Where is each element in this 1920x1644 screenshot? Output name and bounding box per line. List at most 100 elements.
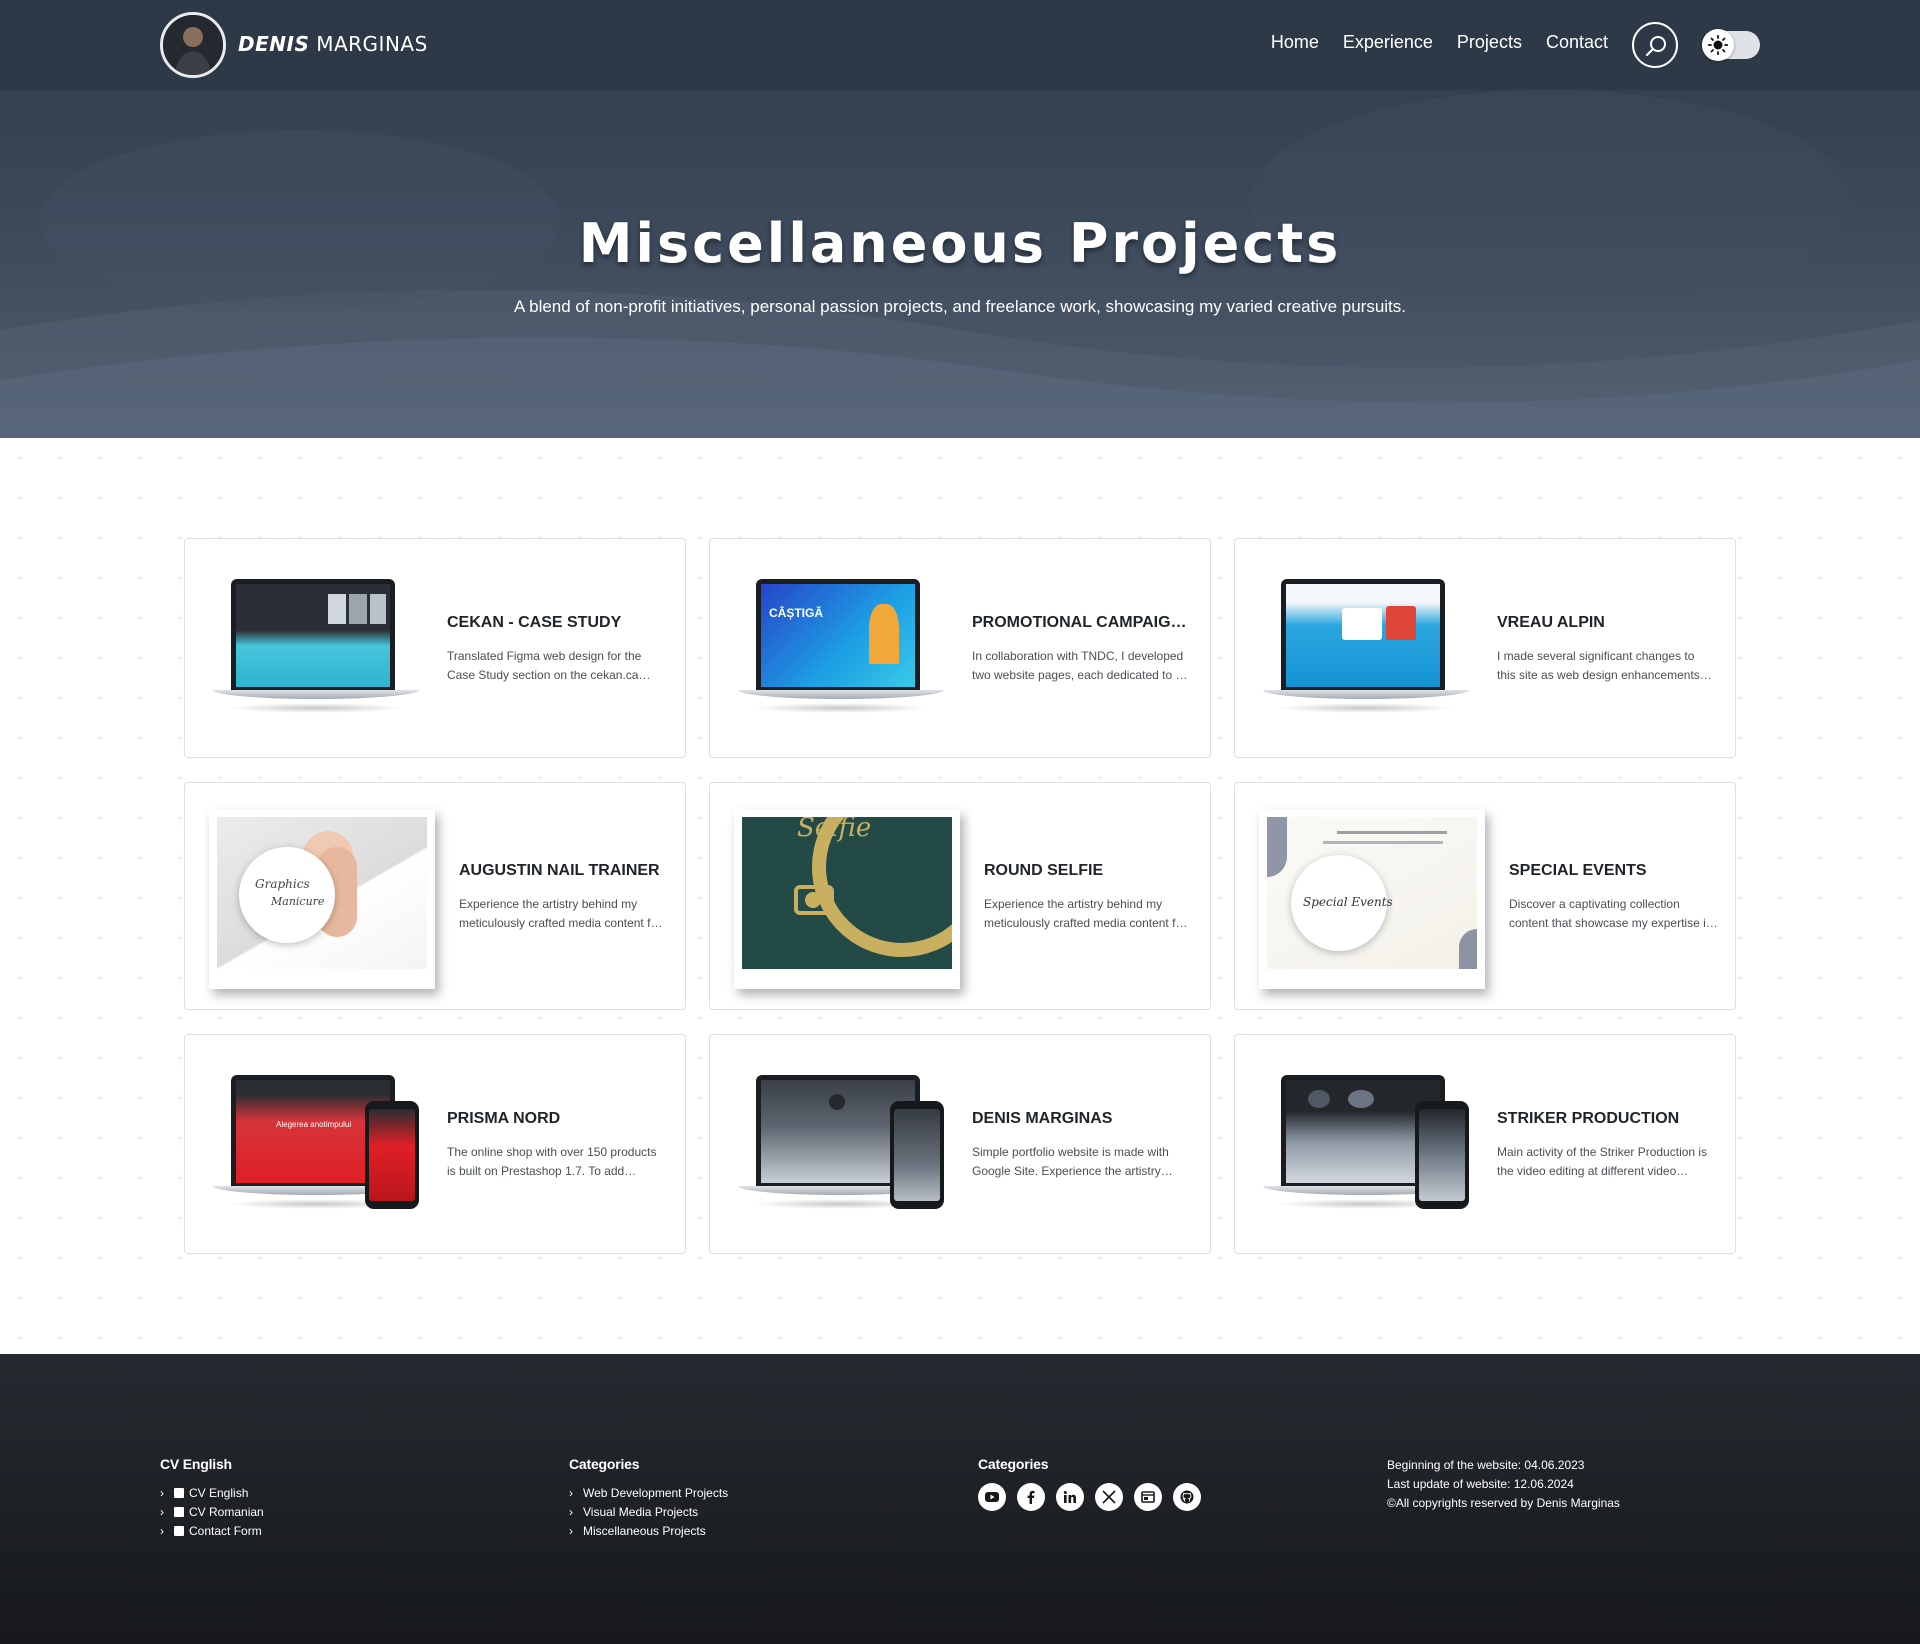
chevron-right-icon: › [569,1523,573,1538]
facebook-icon[interactable] [1017,1483,1045,1511]
mock-prisma-text: Alegerea anotimpului [276,1120,352,1129]
footer-categories-column: Categories › Web Development Projects › … [569,1456,728,1540]
website-icon[interactable] [1134,1483,1162,1511]
footer-link-label: CV English [189,1485,249,1500]
pdf-icon [174,1487,184,1498]
website-start-date: Beginning of the website: 04.06.2023 [1387,1458,1585,1472]
nav-projects[interactable]: Projects [1457,32,1522,53]
chevron-right-icon: › [160,1504,164,1519]
social-links [978,1483,1201,1511]
footer-link-cv-romanian[interactable]: › CV Romanian [160,1502,264,1521]
avatar[interactable] [160,12,226,78]
chevron-right-icon: › [569,1485,573,1500]
phone-mockup [365,1101,419,1209]
footer-link-web-development[interactable]: › Web Development Projects [569,1483,728,1502]
footer-link-label: CV Romanian [189,1504,264,1519]
project-thumbnail [213,579,419,713]
x-icon[interactable] [1095,1483,1123,1511]
footer-link-label: Web Development Projects [583,1485,729,1500]
footer-social-column: Categories [978,1456,1201,1511]
search-button[interactable] [1632,22,1678,68]
website-last-update: Last update of website: 12.06.2024 [1387,1477,1574,1491]
project-description: The online shop with over 150 products i… [447,1145,657,1178]
nav-contact[interactable]: Contact [1546,32,1608,53]
sun-icon [1708,35,1728,55]
projects-section: CEKAN - CASE STUDY Translated Figma web … [0,438,1920,1354]
project-card-round-selfie[interactable]: Selfie ROUND SELFIE Experience the artis… [709,782,1211,1010]
nav-experience[interactable]: Experience [1343,32,1433,53]
chevron-right-icon: › [160,1485,164,1500]
project-card-augustin[interactable]: Graphics Manicure AUGUSTIN NAIL TRAINER … [184,782,686,1010]
project-description: Experience the artistry behind my meticu… [459,897,662,930]
chevron-right-icon: › [569,1504,573,1519]
page-subtitle: A blend of non-profit initiatives, perso… [513,297,1406,316]
project-description: Experience the artistry behind my meticu… [984,897,1187,930]
phone-mockup [1415,1101,1469,1209]
project-title: STRIKER PRODUCTION [1497,1110,1680,1127]
page-title: Miscellaneous Projects [578,212,1342,275]
mock-special-events-text: Special Events [1303,895,1393,909]
mock-castiga-text: CÂȘTIGĂ [769,606,823,620]
project-title: SPECIAL EVENTS [1509,862,1647,879]
mock-selfie-text: Selfie [797,817,872,843]
project-thumbnail: Selfie [734,809,960,989]
footer-link-label: Miscellaneous Projects [583,1523,706,1538]
project-description: Simple portfolio website is made with Go… [972,1145,1169,1178]
project-thumbnail: Graphics Manicure [209,809,435,989]
github-icon[interactable] [1173,1483,1201,1511]
footer-link-cv-english[interactable]: › CV English [160,1483,264,1502]
chevron-right-icon: › [160,1523,164,1538]
footer-link-visual-media[interactable]: › Visual Media Projects [569,1502,728,1521]
hero-section: DENIS MARGINAS Home Experience Projects … [0,0,1920,438]
project-thumbnail: CÂȘTIGĂ [738,579,944,713]
project-card-striker[interactable]: STRIKER PRODUCTION Main activity of the … [1234,1034,1736,1254]
youtube-icon[interactable] [978,1483,1006,1511]
project-title: PROMOTIONAL CAMPAIGNS [972,614,1190,631]
project-title: CEKAN - CASE STUDY [447,614,622,631]
mock-graphics-text: Graphics [255,877,310,891]
footer-link-label: Visual Media Projects [583,1504,699,1519]
project-card-denis-marginas[interactable]: DENIS MARGINAS Simple portfolio website … [709,1034,1211,1254]
project-thumbnail [1263,579,1469,713]
nav-home[interactable]: Home [1271,32,1319,53]
project-card-cekan[interactable]: CEKAN - CASE STUDY Translated Figma web … [184,538,686,758]
project-card-special-events[interactable]: Special Events SPECIAL EVENTS Discover a… [1234,782,1736,1010]
theme-toggle[interactable] [1702,29,1760,61]
project-description: In collaboration with TNDC, I developed … [972,649,1184,682]
project-title: DENIS MARGINAS [972,1110,1113,1127]
footer-info-column: Beginning of the website: 04.06.2023 Las… [1387,1456,1620,1513]
linkedin-icon[interactable] [1056,1483,1084,1511]
project-description: Main activity of the Striker Production … [1497,1145,1708,1178]
form-icon [174,1525,184,1536]
project-card-prisma-nord[interactable]: Alegerea anotimpului PRISMA NORD The onl… [184,1034,686,1254]
footer-link-miscellaneous[interactable]: › Miscellaneous Projects [569,1521,728,1540]
copyright-text: ©All copyrights reserved by Denis Margin… [1387,1496,1620,1510]
footer-link-label: Contact Form [189,1523,262,1538]
phone-mockup [890,1101,944,1209]
project-card-promotional[interactable]: CÂȘTIGĂ PROMOTIONAL CAMPAIGNS In collabo… [709,538,1211,758]
project-title: PRISMA NORD [447,1110,561,1127]
project-title: VREAU ALPIN [1497,614,1605,631]
project-description: I made several significant changes to th… [1497,649,1704,682]
brand-logo[interactable]: DENIS MARGINAS [238,32,428,56]
project-description: Translated Figma web design for the Case… [447,649,642,682]
footer: CV English › CV English › CV Romanian › … [0,1354,1920,1644]
project-title: AUGUSTIN NAIL TRAINER [459,862,660,879]
mock-manicure-text: Manicure [271,895,325,908]
footer-heading: Categories [978,1456,1049,1472]
footer-heading: CV English [160,1456,232,1472]
project-card-vreau-alpin[interactable]: VREAU ALPIN I made several significant c… [1234,538,1736,758]
pdf-icon [174,1506,184,1517]
theme-toggle-knob [1702,29,1734,61]
main-nav: Home Experience Projects Contact [1271,32,1608,53]
project-thumbnail: Special Events [1259,809,1485,989]
brand-last-name: MARGINAS [316,32,428,56]
footer-cv-column: CV English › CV English › CV Romanian › … [160,1456,264,1540]
navbar: DENIS MARGINAS Home Experience Projects … [0,0,1920,90]
footer-link-contact-form[interactable]: › Contact Form [160,1521,264,1540]
project-description: Discover a captivating collection conten… [1509,897,1713,930]
footer-heading: Categories [569,1456,640,1472]
brand-first-name: DENIS [238,32,310,56]
project-title: ROUND SELFIE [984,862,1104,879]
search-icon [1645,36,1666,57]
